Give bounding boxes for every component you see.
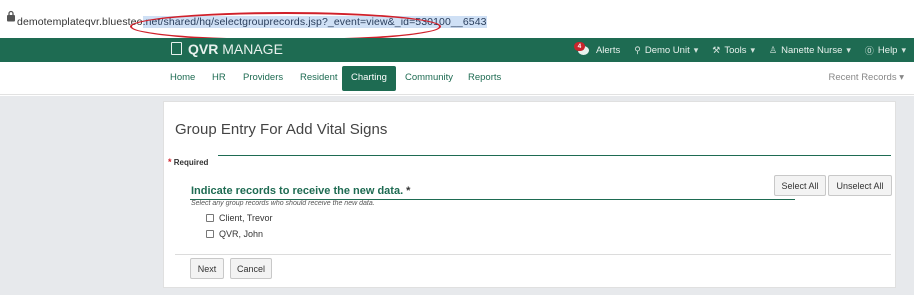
tab-home[interactable]: Home bbox=[170, 72, 195, 83]
alerts-label: Alerts bbox=[595, 45, 621, 56]
caret-down-icon: ▾ bbox=[901, 45, 906, 55]
tab-charting[interactable]: Charting bbox=[342, 66, 396, 91]
unselect-all-button[interactable]: Unselect All bbox=[828, 175, 892, 196]
section-title-text: Indicate records to receive the new data… bbox=[191, 185, 404, 197]
caret-down-icon: ▾ bbox=[899, 72, 904, 83]
next-button[interactable]: Next bbox=[190, 258, 224, 279]
help-dropdown[interactable]: ⓪ Help ▾ bbox=[865, 44, 906, 57]
user-dropdown[interactable]: ♙ Nanette Nurse ▾ bbox=[769, 44, 851, 57]
lock-icon bbox=[7, 10, 15, 22]
required-asterisk-icon: * bbox=[168, 157, 172, 167]
caret-down-icon: ▾ bbox=[693, 45, 699, 55]
tab-community[interactable]: Community bbox=[405, 72, 453, 83]
url-prefix: demotemplateqvr.bluesteo bbox=[17, 16, 143, 28]
user-icon: ♙ bbox=[769, 45, 778, 55]
unit-dropdown[interactable]: ⚲ Demo Unit ▾ bbox=[634, 44, 698, 57]
unit-label: Demo Unit bbox=[644, 45, 690, 56]
required-asterisk-icon: * bbox=[406, 185, 411, 197]
clipboard-icon bbox=[171, 42, 182, 55]
tools-label: Tools bbox=[724, 45, 747, 56]
help-icon: ⓪ bbox=[864, 46, 874, 56]
section-title: Indicate records to receive the new data… bbox=[191, 185, 410, 197]
main-nav: Home HR Providers Resident Charting Comm… bbox=[0, 62, 914, 95]
tab-resident[interactable]: Resident bbox=[300, 72, 338, 83]
form-panel: Group Entry For Add Vital Signs * Requir… bbox=[163, 101, 896, 288]
tools-dropdown[interactable]: ⚒ Tools ▾ bbox=[712, 44, 755, 57]
browser-url-bar: demotemplateqvr.bluesteo.net/shared/hq/s… bbox=[0, 0, 914, 41]
chat-bubble-icon: 4 bbox=[573, 41, 592, 56]
user-label: Nanette Nurse bbox=[781, 45, 843, 56]
caret-down-icon: ▾ bbox=[750, 45, 756, 55]
tab-providers[interactable]: Providers bbox=[243, 72, 283, 83]
alerts-link[interactable]: 4 Alerts bbox=[573, 41, 621, 57]
required-label: Required bbox=[173, 158, 209, 167]
section-hint: Select any group records who should rece… bbox=[191, 200, 375, 207]
checkbox[interactable] bbox=[206, 230, 214, 238]
divider bbox=[175, 254, 891, 255]
alerts-count-badge: 4 bbox=[573, 41, 585, 51]
select-all-button[interactable]: Select All bbox=[774, 175, 826, 196]
record-label: Client, Trevor bbox=[219, 213, 273, 223]
help-label: Help bbox=[877, 45, 898, 56]
checkbox[interactable] bbox=[206, 214, 214, 222]
tab-reports[interactable]: Reports bbox=[468, 72, 501, 83]
recent-records-label: Recent Records bbox=[828, 72, 897, 83]
brand-logo[interactable]: QVR MANAGE bbox=[171, 41, 283, 57]
annotation-oval bbox=[130, 12, 441, 41]
location-pin-icon: ⚲ bbox=[634, 45, 641, 55]
divider bbox=[218, 155, 891, 156]
wrench-icon: ⚒ bbox=[712, 45, 721, 55]
recent-records-dropdown[interactable]: Recent Records ▾ bbox=[828, 72, 904, 83]
record-checkbox-item[interactable]: QVR, John bbox=[206, 229, 263, 239]
required-legend: * Required bbox=[168, 157, 208, 167]
app-header: QVR MANAGE 4 Alerts ⚲ Demo Unit ▾ ⚒ Tool… bbox=[0, 38, 914, 62]
cancel-button[interactable]: Cancel bbox=[230, 258, 272, 279]
record-checkbox-item[interactable]: Client, Trevor bbox=[206, 213, 273, 223]
brand-bold: QVR bbox=[188, 41, 219, 57]
brand-rest: MANAGE bbox=[218, 41, 283, 57]
top-nav: 4 Alerts ⚲ Demo Unit ▾ ⚒ Tools ▾ ♙ Nanet… bbox=[573, 41, 906, 57]
caret-down-icon: ▾ bbox=[846, 45, 851, 55]
record-label: QVR, John bbox=[219, 229, 264, 239]
page-title: Group Entry For Add Vital Signs bbox=[175, 121, 388, 138]
tab-hr[interactable]: HR bbox=[212, 72, 226, 83]
